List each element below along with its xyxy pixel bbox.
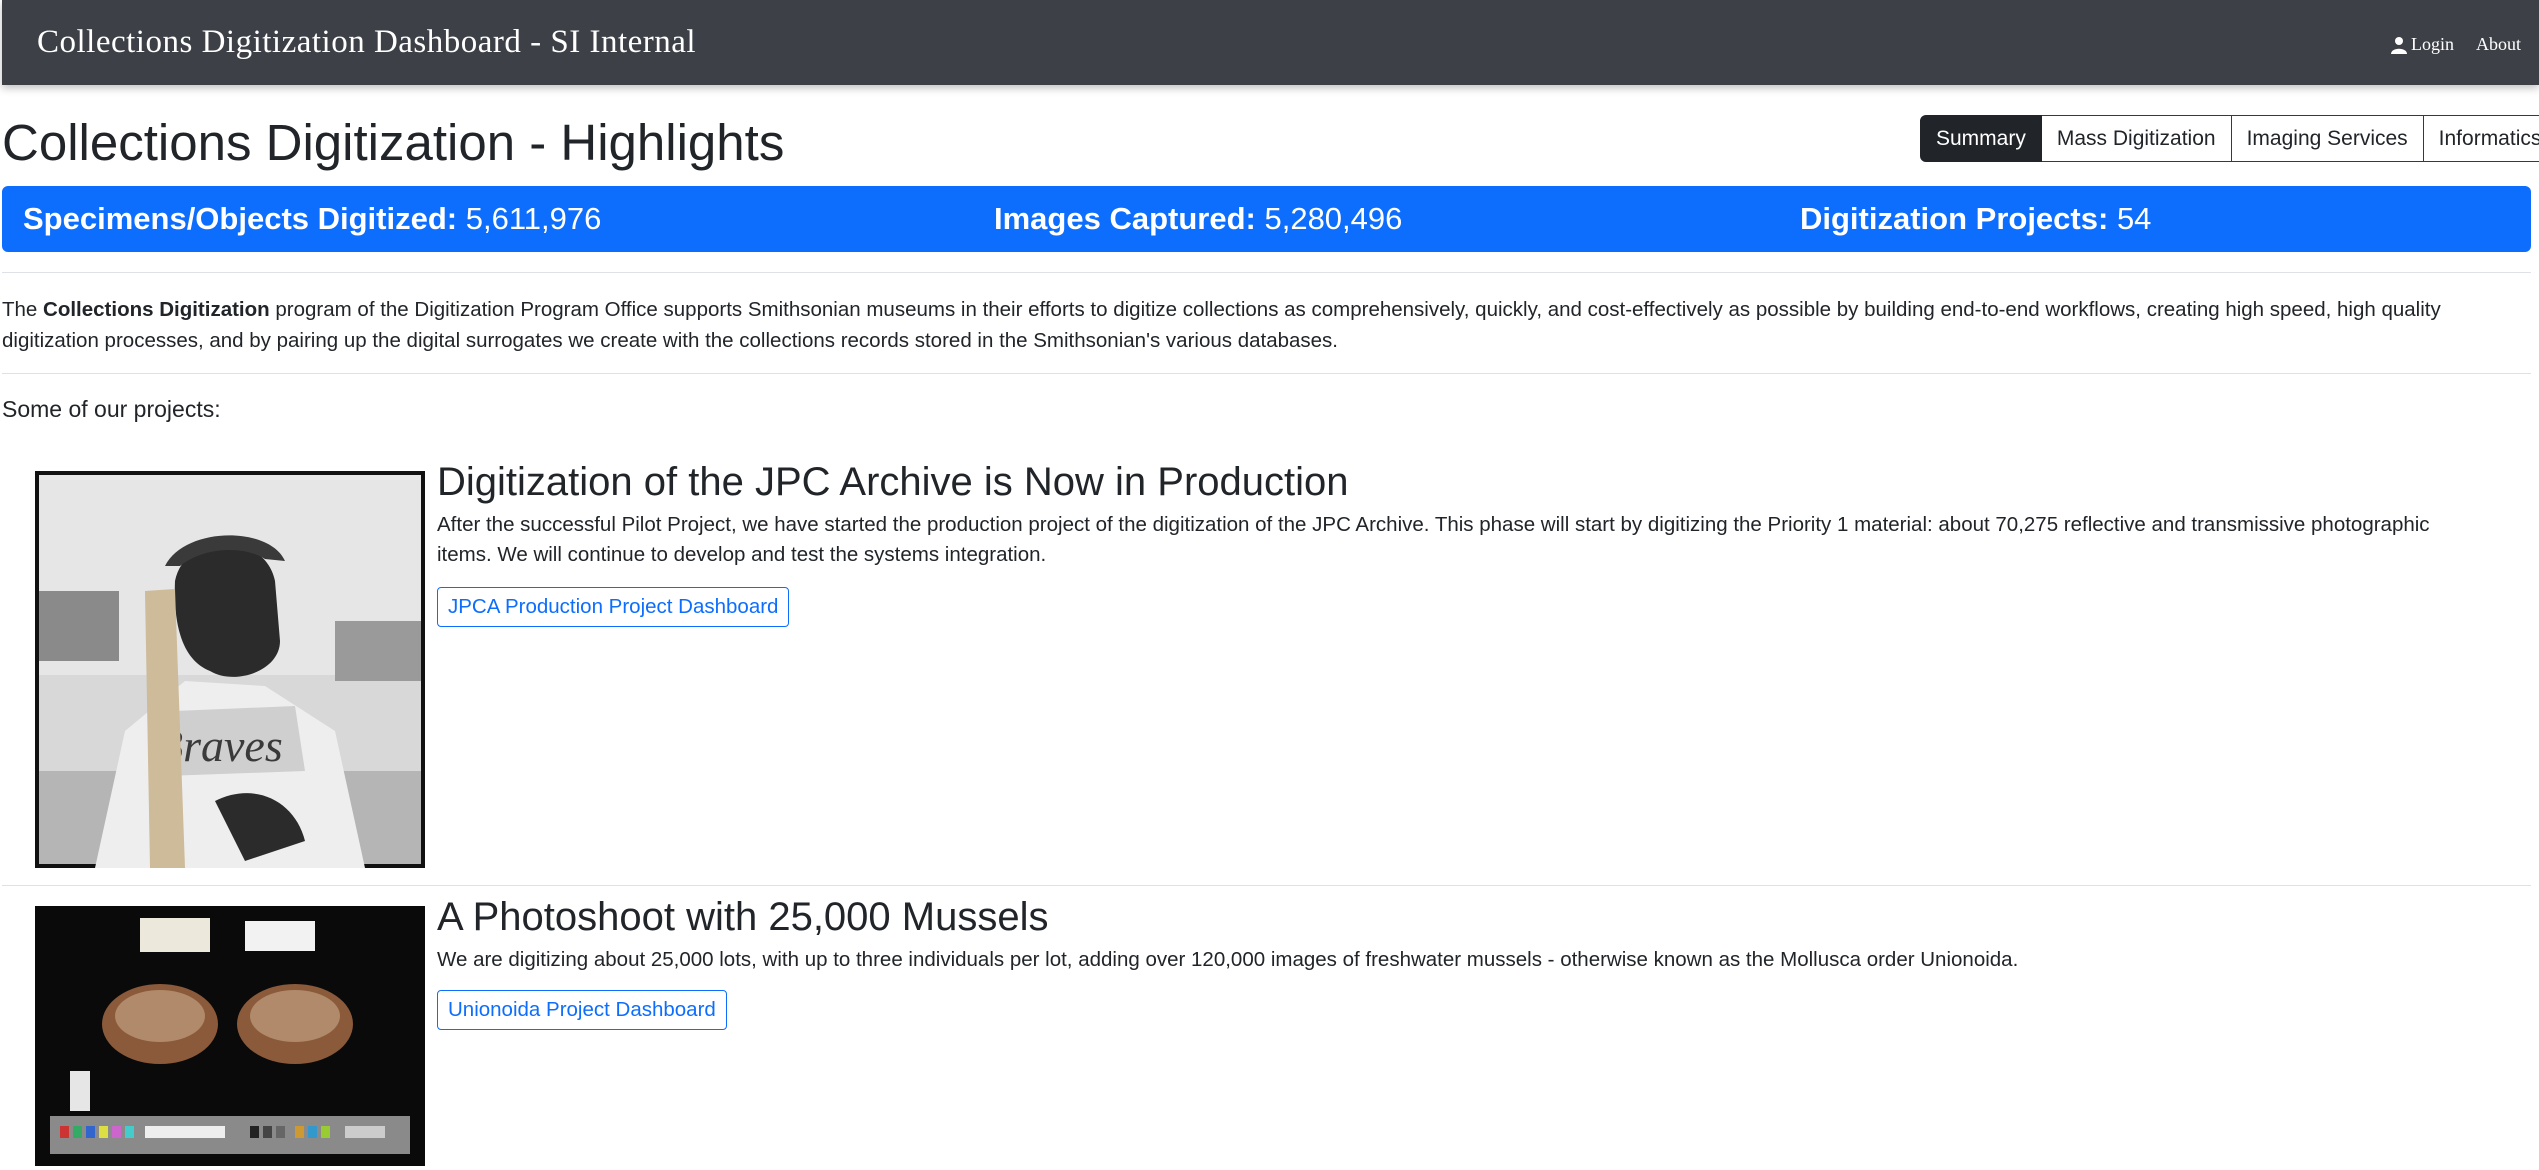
stat-specimens: Specimens/Objects Digitized: 5,611,976: [23, 201, 601, 237]
stat-images: Images Captured: 5,280,496: [994, 201, 1402, 237]
jpc-archive-photo[interactable]: Braves: [35, 471, 425, 868]
login-link[interactable]: Login: [2391, 34, 2454, 55]
projects-heading: Some of our projects:: [2, 396, 221, 422]
intro-prefix: The: [2, 298, 44, 321]
divider: [2, 272, 2531, 273]
project-title: Digitization of the JPC Archive is Now i…: [437, 460, 1349, 504]
project-title: A Photoshoot with 25,000 Mussels: [437, 895, 1049, 939]
stat-specimens-value: 5,611,976: [465, 201, 602, 236]
navbar-links: Login About: [2391, 34, 2521, 55]
tab-imaging-services[interactable]: Imaging Services: [2231, 115, 2424, 162]
stat-images-value: 5,280,496: [1264, 201, 1403, 236]
stat-projects: Digitization Projects: 54: [1800, 201, 2151, 237]
tab-summary[interactable]: Summary: [1920, 115, 2042, 162]
tab-mass-digitization[interactable]: Mass Digitization: [2041, 115, 2232, 162]
top-navbar: Collections Digitization Dashboard - SI …: [2, 0, 2539, 85]
divider: [2, 373, 2531, 374]
divider: [2, 885, 2531, 886]
section-tabs: Summary Mass Digitization Imaging Servic…: [1920, 115, 2539, 162]
intro-program-name: Collections Digitization: [43, 298, 270, 321]
stats-banner: Specimens/Objects Digitized: 5,611,976 I…: [2, 186, 2531, 252]
project-description: We are digitizing about 25,000 lots, wit…: [437, 948, 2019, 971]
unionoida-dashboard-button[interactable]: Unionoida Project Dashboard: [437, 990, 727, 1030]
jpca-dashboard-button[interactable]: JPCA Production Project Dashboard: [437, 587, 790, 627]
intro-paragraph: The Collections Digitization program of …: [2, 294, 2522, 356]
site-brand[interactable]: Collections Digitization Dashboard - SI …: [37, 24, 696, 61]
stat-projects-label: Digitization Projects:: [1800, 201, 2109, 236]
stat-images-label: Images Captured:: [994, 201, 1256, 236]
stat-specimens-label: Specimens/Objects Digitized:: [23, 201, 458, 236]
about-link[interactable]: About: [2476, 34, 2521, 55]
intro-body: program of the Digitization Program Offi…: [2, 298, 2441, 352]
page-title: Collections Digitization - Highlights: [2, 114, 785, 171]
tab-informatics[interactable]: Informatics: [2423, 115, 2539, 162]
stat-projects-value: 54: [2116, 201, 2152, 236]
user-icon: [2391, 36, 2407, 54]
project-description: After the successful Pilot Project, we h…: [437, 513, 2430, 566]
about-label: About: [2476, 34, 2521, 54]
login-label: Login: [2411, 34, 2454, 54]
mussels-photo[interactable]: [35, 906, 425, 1166]
